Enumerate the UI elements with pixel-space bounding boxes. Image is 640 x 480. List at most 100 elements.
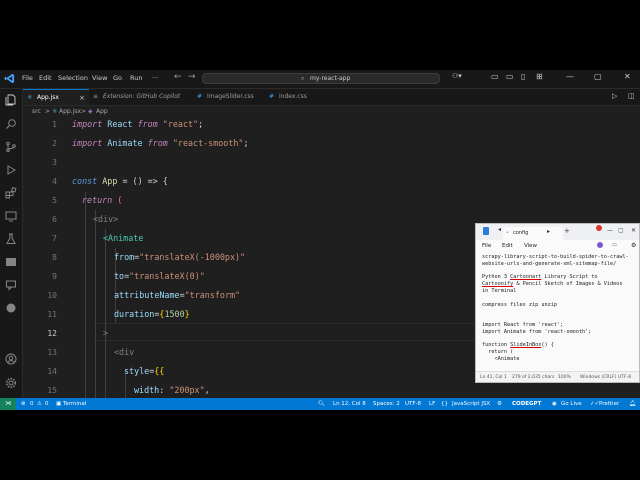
zoom-icon[interactable]: 🔍︎ — [318, 398, 325, 410]
css-icon: # — [269, 93, 275, 100]
format-icon[interactable]: ▭ — [612, 242, 617, 248]
end-of-line[interactable]: LF — [429, 398, 435, 410]
menu-edit[interactable]: Edit — [502, 243, 513, 249]
breadcrumb-src[interactable]: src — [32, 106, 41, 117]
title-bar: File Edit Selection View Go Run ··· ← → … — [0, 70, 640, 89]
customize-layout-icon[interactable]: ⊞ — [536, 72, 543, 81]
sidebar-toggle-icon[interactable]: ▯ — [521, 72, 525, 81]
testing-icon[interactable] — [5, 233, 17, 245]
warning-count[interactable]: 0 — [45, 398, 49, 410]
menu-file[interactable]: File — [22, 74, 33, 82]
code-line-8: from="translateX(-1000px)" — [114, 252, 246, 262]
minimize-icon[interactable]: — — [607, 227, 613, 234]
vscode-logo-icon — [4, 73, 15, 84]
split-editor-icon[interactable]: ◫ — [628, 92, 635, 100]
more-menu-icon[interactable]: ··· — [152, 74, 158, 82]
code-line-9: to="translateX(0)" — [114, 271, 205, 281]
error-count[interactable]: 0 — [30, 398, 34, 410]
code-line-13: <div — [114, 347, 135, 357]
prettier-button[interactable]: Prettier — [599, 398, 619, 410]
braces-icon[interactable]: {} — [441, 398, 448, 410]
warning-icon[interactable]: ⚠ — [37, 398, 42, 410]
menu-view[interactable]: View — [524, 243, 537, 249]
source-control-icon[interactable] — [5, 141, 17, 153]
menu-run[interactable]: Run — [130, 74, 142, 82]
breadcrumb-file[interactable]: App.jsx — [59, 106, 81, 117]
minimize-icon[interactable]: — — [566, 72, 574, 81]
line-ending: Windows (CRLF) — [580, 375, 617, 380]
gear-icon[interactable]: ⚙ — [497, 398, 502, 410]
extensions-icon[interactable] — [5, 187, 17, 199]
close-icon[interactable]: ✕ — [624, 72, 631, 81]
terminal-button[interactable]: Terminal — [63, 398, 86, 410]
cursor-position[interactable]: Ln 12, Col 8 — [333, 398, 366, 410]
notepad-window: ◂ • config ▸ + — ▢ ✕ File Edit View ▭ ⚙ … — [475, 223, 640, 383]
maximize-icon[interactable]: ▢ — [618, 227, 624, 234]
breadcrumb: src > ⚛ App.jsx > ◈ App — [23, 106, 640, 117]
menu-file[interactable]: File — [482, 243, 491, 249]
tab-label: ImageSlider.css — [207, 93, 254, 100]
recording-icon — [596, 225, 602, 231]
explorer-icon[interactable] — [5, 94, 17, 106]
text-line: ​ — [482, 295, 639, 302]
breadcrumb-separator: > — [81, 108, 87, 115]
menu-view[interactable]: View — [92, 74, 107, 82]
encoding: UTF-8 — [618, 375, 632, 380]
docker-icon[interactable] — [5, 256, 17, 268]
close-icon[interactable]: × — [79, 90, 85, 106]
terminal-icon[interactable]: ▣ — [56, 398, 61, 410]
back-arrow-icon[interactable]: ← — [174, 72, 182, 82]
code-line-5: return ( — [82, 195, 123, 205]
broadcast-icon[interactable]: ◉ — [552, 398, 557, 410]
tab-extension-copilot[interactable]: ≡ Extension: GitHub Copilot — [89, 89, 193, 105]
copilot-icon[interactable]: ⚇▾ — [452, 72, 462, 80]
new-tab-icon[interactable]: + — [564, 227, 570, 235]
notepad-tab[interactable]: • config — [503, 227, 563, 240]
command-center-search[interactable]: ⌕ my-react-app — [202, 73, 440, 84]
tab-label: index.css — [279, 93, 307, 100]
remote-indicator-icon[interactable]: ⋊ — [0, 398, 16, 410]
activity-bar — [0, 89, 23, 398]
code-line-1: import React from "react"; — [72, 119, 204, 129]
underlined-word: SlideInBox — [510, 342, 542, 349]
tab-index-css[interactable]: # index.css — [265, 89, 327, 105]
encoding[interactable]: UTF-8 — [405, 398, 421, 410]
forward-arrow-icon[interactable]: → — [188, 72, 196, 82]
breadcrumb-symbol[interactable]: App — [96, 106, 108, 117]
notifications-bell-icon[interactable]: 🔔︎ — [629, 398, 636, 410]
search-icon[interactable] — [5, 118, 17, 130]
tab-forward-icon[interactable]: ▸ — [547, 228, 550, 235]
run-icon[interactable]: ▷ — [612, 92, 617, 100]
text-line: ​ — [482, 308, 639, 315]
go-live-button[interactable]: Go Live — [561, 398, 582, 410]
line-number: 5 — [52, 196, 57, 205]
extension-panel-icon[interactable] — [5, 302, 17, 314]
menu-edit[interactable]: Edit — [39, 74, 52, 82]
tab-imageslider-css[interactable]: # ImageSlider.css — [193, 89, 265, 105]
indentation[interactable]: Spaces: 2 — [373, 398, 400, 410]
text-line: in Terminal — [482, 287, 517, 294]
copilot-icon[interactable] — [597, 242, 603, 248]
text-line: website-urls-and-generate-xml-sitemap-fi… — [482, 260, 617, 267]
maximize-icon[interactable]: ▢ — [594, 72, 602, 81]
close-icon[interactable]: ✕ — [631, 227, 636, 234]
tab-app-jsx[interactable]: ⚛ App.jsx × — [23, 89, 89, 105]
account-icon[interactable] — [5, 353, 17, 365]
menu-go[interactable]: Go — [113, 74, 122, 82]
layout-toggle-icon[interactable]: ▭ — [491, 72, 499, 81]
run-debug-icon[interactable] — [5, 164, 17, 176]
language-mode[interactable]: JavaScript JSX — [452, 398, 490, 410]
remote-explorer-icon[interactable] — [5, 210, 17, 222]
settings-gear-icon[interactable] — [5, 377, 17, 389]
menu-selection[interactable]: Selection — [58, 74, 88, 82]
codegpt-button[interactable]: CODEGPT — [512, 398, 541, 410]
notepad-text-area[interactable]: scrapy-library-script-to-build-spider-to… — [482, 254, 639, 363]
panel-toggle-icon[interactable]: ▭ — [506, 72, 514, 81]
line-number: 11 — [47, 310, 57, 319]
component-icon: ◈ — [88, 108, 93, 115]
error-icon[interactable]: ⊗ — [21, 398, 26, 410]
chat-icon[interactable] — [5, 279, 17, 291]
settings-gear-icon[interactable]: ⚙ — [631, 242, 636, 249]
tab-back-icon[interactable]: ◂ — [498, 226, 501, 233]
code-line-6: <div> — [93, 214, 119, 224]
